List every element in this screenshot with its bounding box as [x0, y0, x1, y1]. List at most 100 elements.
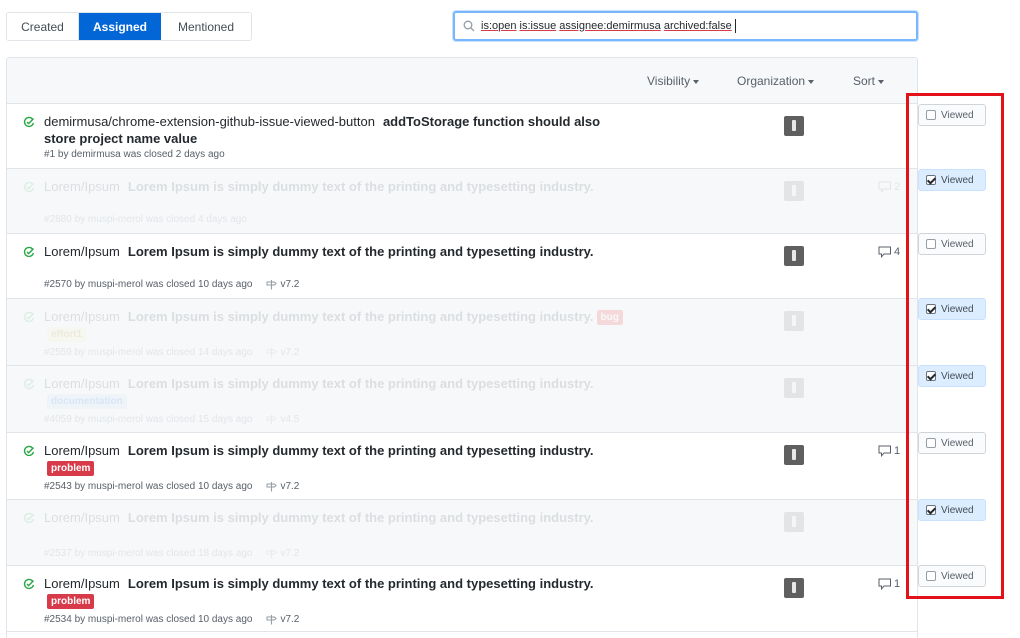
chevron-down-icon — [693, 79, 700, 84]
sort-filter[interactable]: Sort — [853, 74, 885, 88]
milestone-label: v7.2 — [280, 279, 300, 290]
milestone[interactable]: v4.5 — [266, 414, 299, 425]
milestone-icon — [266, 615, 278, 625]
issue-repo-link[interactable]: Lorem/Ipsum — [44, 376, 120, 391]
milestone[interactable]: v7.2 — [266, 347, 299, 358]
comments-count[interactable]: 4 — [878, 246, 900, 258]
milestone[interactable]: v7.2 — [266, 614, 299, 625]
issue-row: Lorem/Ipsum Lorem Ipsum is simply dummy t… — [7, 169, 917, 234]
issue-title-link[interactable]: Lorem Ipsum is simply dummy text of the … — [128, 376, 594, 391]
comments-count[interactable]: 1 — [878, 578, 900, 590]
issue-repo-link[interactable]: Lorem/Ipsum — [44, 510, 120, 525]
checkbox-icon — [926, 438, 936, 448]
milestone[interactable]: v7.2 — [266, 279, 299, 290]
viewed-button[interactable]: Viewed — [918, 298, 986, 320]
assignee-avatar[interactable] — [784, 116, 804, 136]
checked-checkbox-icon — [926, 304, 936, 314]
issue-label[interactable]: bug — [596, 310, 623, 325]
search-icon — [463, 20, 475, 32]
viewed-button-label: Viewed — [941, 109, 974, 121]
organization-filter[interactable]: Organization — [737, 74, 815, 88]
comments-count-value: 2 — [894, 181, 901, 193]
issue-label[interactable]: documentation — [47, 394, 127, 409]
issue-meta: #2543 by muspi-merol was closed 10 days … — [44, 481, 299, 492]
assignee-avatar[interactable] — [784, 246, 804, 266]
viewed-button[interactable]: Viewed — [918, 432, 986, 454]
search-query[interactable]: is:open is:issue assignee:demirmusa arch… — [481, 19, 736, 33]
search-token: is:open — [481, 19, 517, 32]
issue-row: Lorem/Ipsum Lorem Ipsum is simply dummy t… — [7, 433, 917, 500]
issue-title-link[interactable]: Lorem Ipsum is simply dummy text of the … — [128, 179, 594, 194]
milestone[interactable]: v7.2 — [266, 481, 299, 492]
issue-row-content: Lorem/Ipsum Lorem Ipsum is simply dummy t… — [7, 500, 917, 565]
closed-issue-icon — [23, 311, 35, 326]
tab-created[interactable]: Created — [7, 13, 79, 40]
comments-count[interactable]: 1 — [878, 445, 900, 457]
issue-row: Lorem/Ipsum Lorem Ipsum is simply dummy t… — [7, 366, 917, 433]
viewed-button[interactable]: Viewed — [918, 233, 986, 255]
comment-icon — [878, 246, 891, 258]
issue-row-content: Lorem/Ipsum Lorem Ipsum is simply dummy t… — [7, 566, 917, 631]
assignee-avatar[interactable] — [784, 445, 804, 465]
assignee-avatar[interactable] — [784, 578, 804, 598]
issue-repo-link[interactable]: demirmusa/chrome-extension-github-issue-… — [44, 114, 375, 129]
issue-title-link[interactable]: Lorem Ipsum is simply dummy text of the … — [128, 443, 594, 458]
tab-mentioned[interactable]: Mentioned — [161, 13, 251, 40]
milestone-icon — [266, 348, 278, 358]
issue-title-link[interactable]: Lorem Ipsum is simply dummy text of the … — [128, 244, 594, 259]
viewed-button[interactable]: Viewed — [918, 499, 986, 521]
viewed-button[interactable]: Viewed — [918, 104, 986, 126]
milestone-icon — [266, 482, 278, 492]
issue-title-link[interactable]: Lorem Ipsum is simply dummy text of the … — [128, 510, 594, 525]
milestone[interactable]: v7.2 — [266, 548, 299, 559]
issue-repo-link[interactable]: Lorem/Ipsum — [44, 179, 120, 194]
issue-label[interactable]: problem — [47, 594, 95, 609]
text-caret — [734, 19, 736, 33]
viewed-button-label: Viewed — [941, 437, 974, 449]
issue-row-content: Lorem/Ipsum Lorem Ipsum is simply dummy t… — [7, 366, 917, 432]
issue-row-content: Lorem/Ipsum Lorem Ipsum is simply dummy t… — [7, 299, 917, 365]
issue-repo-link[interactable]: Lorem/Ipsum — [44, 443, 120, 458]
comment-icon — [878, 445, 891, 457]
comments-count-value: 1 — [894, 578, 901, 590]
chevron-down-icon — [878, 79, 885, 84]
comment-icon — [878, 181, 891, 193]
issue-repo-link[interactable]: Lorem/Ipsum — [44, 576, 120, 591]
comments-count[interactable]: 2 — [878, 181, 900, 193]
issue-title-line: Lorem/Ipsum Lorem Ipsum is simply dummy t… — [44, 243, 624, 260]
issue-title-link[interactable]: Lorem Ipsum is simply dummy text of the … — [128, 309, 594, 324]
issue-meta-text: #2537 by muspi-merol was closed 18 days … — [44, 548, 253, 559]
viewed-button-label: Viewed — [941, 370, 974, 382]
issue-title-line: Lorem/Ipsum Lorem Ipsum is simply dummy t… — [44, 308, 624, 342]
issue-title-line: demirmusa/chrome-extension-github-issue-… — [44, 113, 624, 147]
issue-meta-text: #4059 by muspi-merol was closed 15 days … — [44, 414, 253, 425]
viewed-button[interactable]: Viewed — [918, 565, 986, 587]
issue-title-line: Lorem/Ipsum Lorem Ipsum is simply dummy t… — [44, 509, 624, 526]
issue-repo-link[interactable]: Lorem/Ipsum — [44, 244, 120, 259]
assignee-avatar[interactable] — [784, 378, 804, 398]
issue-label[interactable]: problem — [47, 461, 95, 476]
milestone-label: v7.2 — [280, 347, 300, 358]
issue-label[interactable]: effort1 — [47, 327, 87, 342]
checkbox-icon — [926, 110, 936, 120]
assignee-avatar[interactable] — [784, 311, 804, 331]
viewed-button[interactable]: Viewed — [918, 365, 986, 387]
issue-row: Lorem/Ipsum Lorem Ipsum is simply dummy t… — [7, 500, 917, 566]
closed-issue-icon — [23, 512, 35, 527]
issue-meta: #2880 by muspi-merol was closed 4 days a… — [44, 214, 247, 225]
issue-title-link[interactable]: Lorem Ipsum is simply dummy text of the … — [128, 576, 594, 591]
visibility-filter[interactable]: Visibility — [647, 74, 700, 88]
issue-row-content: Lorem/Ipsum Lorem Ipsum is simply dummy t… — [7, 169, 917, 233]
assignee-avatar[interactable] — [784, 181, 804, 201]
checkbox-icon — [926, 239, 936, 249]
issue-meta-text: #2534 by muspi-merol was closed 10 days … — [44, 614, 253, 625]
comments-count-value: 4 — [894, 246, 901, 258]
closed-issue-icon — [23, 116, 35, 131]
milestone-icon — [266, 415, 278, 425]
assignee-avatar[interactable] — [784, 512, 804, 532]
tab-assigned[interactable]: Assigned — [79, 13, 161, 40]
issue-row: Lorem/Ipsum Lorem Ipsum is simply dummy t… — [7, 234, 917, 299]
viewed-button[interactable]: Viewed — [918, 169, 986, 191]
search-input[interactable]: is:open is:issue assignee:demirmusa arch… — [453, 11, 918, 41]
issue-repo-link[interactable]: Lorem/Ipsum — [44, 309, 120, 324]
